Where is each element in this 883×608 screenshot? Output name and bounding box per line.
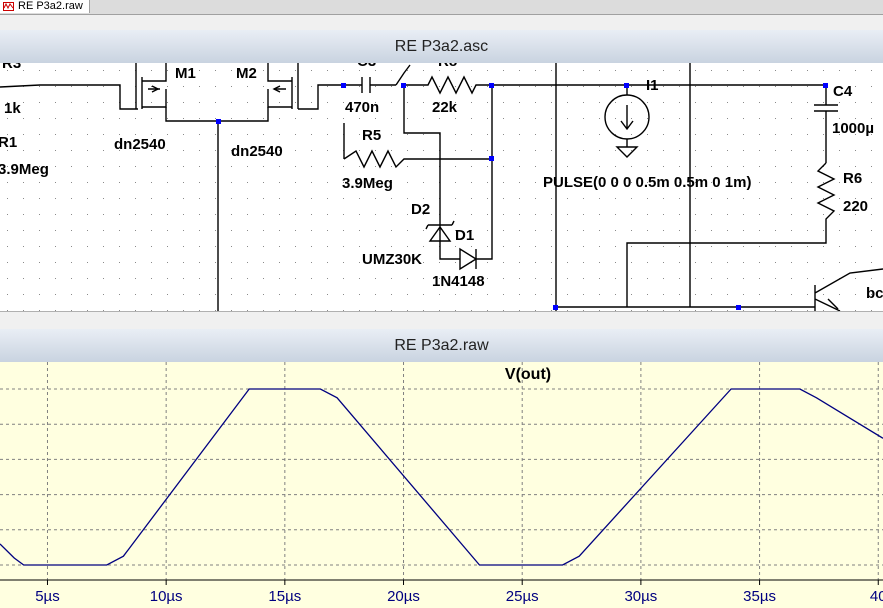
x-tick-label: 25µs (506, 588, 539, 605)
waveform-icon (3, 2, 14, 11)
label-r8-value: 22k (432, 99, 458, 116)
label-m1-model: dn2540 (114, 136, 166, 153)
label-r8: R8 (438, 63, 457, 70)
label-r5: R5 (362, 127, 382, 144)
waveform-plot[interactable]: V(out) 5µs 10µs 15µs 20µs 25µs 30µs 35µs 40 (0, 362, 883, 608)
label-i1: I1 (646, 77, 659, 94)
x-tick-label: 5µs (35, 588, 60, 605)
label-i1-value: PULSE(0 0 0 0.5m 0.5m 0 1m) (543, 174, 752, 191)
label-c4: C4 (833, 83, 853, 100)
x-tick-label: 40 (870, 588, 883, 605)
label-d1-model: 1N4148 (432, 273, 485, 290)
label-m2: M2 (236, 65, 257, 82)
label-r5-value: 3.9Meg (342, 175, 393, 192)
x-tick-label: 20µs (387, 588, 420, 605)
label-r6: R6 (843, 170, 863, 187)
schematic-canvas[interactable]: R3 1k R1 3.9Meg M1 M2 dn2540 dn2540 C3 4… (0, 63, 883, 311)
x-tick-label: 35µs (743, 588, 776, 605)
label-r1-value: 3.9Meg (0, 161, 49, 178)
label-m1: M1 (175, 65, 196, 82)
trace-v-out (0, 388, 883, 566)
label-d2: D2 (411, 201, 431, 218)
tab-strip: RE P3a2.raw (0, 0, 883, 15)
plot-titlebar[interactable]: RE P3a2.raw (0, 329, 883, 363)
schematic-titlebar[interactable]: RE P3a2.asc (0, 30, 883, 64)
waveform-svg: V(out) 5µs 10µs 15µs 20µs 25µs 30µs 35µs 40 (0, 362, 883, 605)
x-tick-label: 10µs (150, 588, 183, 605)
tab-label: RE P3a2.raw (18, 0, 83, 12)
label-r3: R3 (2, 63, 22, 72)
x-tick-labels: 5µs 10µs 15µs 20µs 25µs 30µs 35µs 40 (35, 588, 883, 605)
schematic-title: RE P3a2.asc (394, 38, 489, 55)
label-r3-value: 1k (4, 100, 21, 117)
label-m2-model: dn2540 (231, 143, 283, 160)
label-d2-model: UMZ30K (362, 251, 423, 268)
label-transistor: bc (866, 285, 883, 302)
x-tick-label: 30µs (624, 588, 657, 605)
label-c4-value: 1000µ (832, 120, 875, 137)
window-divider[interactable] (0, 311, 883, 329)
x-tick-label: 15µs (268, 588, 301, 605)
label-c3: C3 (357, 63, 376, 70)
tab-re-p3a2-raw[interactable]: RE P3a2.raw (0, 0, 90, 13)
label-c3-value: 470n (345, 99, 380, 116)
label-d1: D1 (455, 227, 475, 244)
plot-title: RE P3a2.raw (394, 337, 489, 354)
label-r6-value: 220 (843, 198, 869, 215)
label-r1: R1 (0, 134, 18, 151)
trace-title: V(out) (505, 366, 551, 383)
plot-grid (0, 362, 883, 585)
